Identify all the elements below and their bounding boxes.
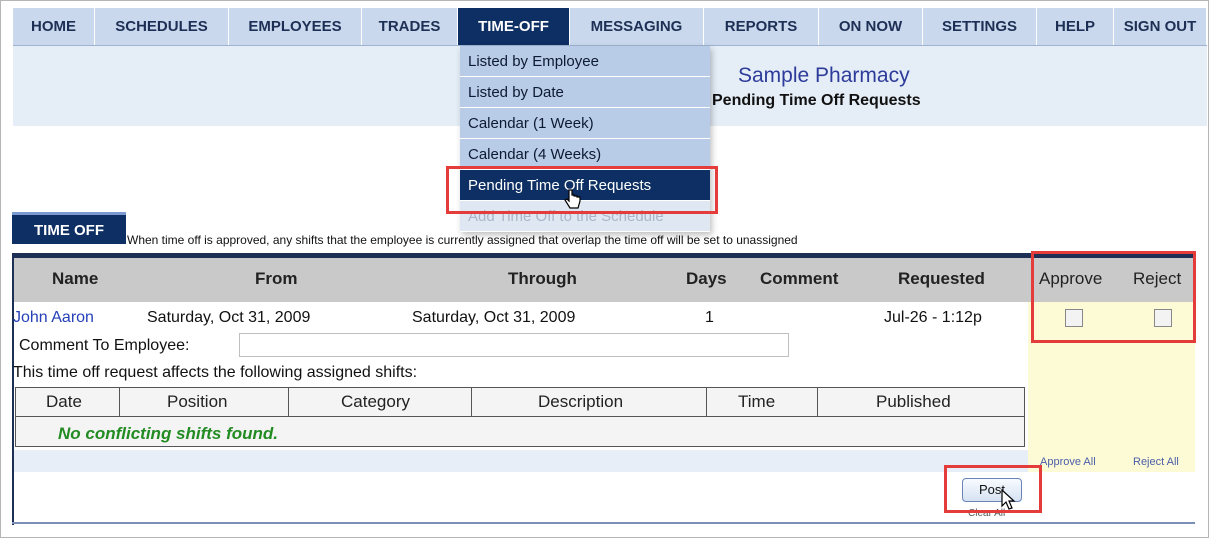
- nav-messaging[interactable]: MESSAGING: [570, 8, 704, 45]
- nav-settings[interactable]: SETTINGS: [923, 8, 1037, 45]
- menu-listed-by-date[interactable]: Listed by Date: [460, 77, 710, 108]
- shift-col-sep: [706, 388, 707, 417]
- affects-label: This time off request affects the follow…: [13, 364, 418, 381]
- comment-to-employee-input[interactable]: [239, 333, 789, 357]
- page-title: Pending Time Off Requests: [712, 92, 921, 109]
- hand-cursor-icon: [564, 189, 581, 209]
- nav-trades[interactable]: TRADES: [362, 8, 458, 45]
- row-from: Saturday, Oct 31, 2009: [147, 309, 311, 326]
- nav-schedules[interactable]: SCHEDULES: [95, 8, 229, 45]
- org-title: Sample Pharmacy: [738, 64, 910, 87]
- row-requested: Jul-26 - 1:12p: [884, 309, 982, 326]
- menu-calendar-1-week[interactable]: Calendar (1 Week): [460, 108, 710, 139]
- nav-home[interactable]: HOME: [13, 8, 95, 45]
- arrow-cursor-icon: [1001, 488, 1016, 510]
- shift-col-time: Time: [738, 392, 776, 411]
- col-requested: Requested: [898, 269, 985, 288]
- shift-col-published: Published: [876, 392, 951, 411]
- nav-on-now[interactable]: ON NOW: [819, 8, 923, 45]
- shift-col-sep: [471, 388, 472, 417]
- shift-col-position: Position: [167, 392, 228, 411]
- panel-bottom-bar: [12, 522, 1195, 524]
- nav-help[interactable]: HELP: [1037, 8, 1114, 45]
- tab-time-off[interactable]: TIME OFF: [12, 212, 126, 244]
- highlight-approve-reject: [1031, 251, 1196, 343]
- nav-reports[interactable]: REPORTS: [704, 8, 819, 45]
- highlight-post-button: [944, 465, 1042, 513]
- no-conflict-message: No conflicting shifts found.: [58, 424, 279, 443]
- approval-note: When time off is approved, any shifts th…: [127, 233, 798, 247]
- employee-link[interactable]: John Aaron: [13, 309, 94, 327]
- row-footer-strip: [14, 450, 1028, 472]
- nav-sign-out[interactable]: SIGN OUT: [1114, 8, 1207, 45]
- table-header-row: [14, 258, 1195, 302]
- shift-col-sep: [288, 388, 289, 417]
- col-from: From: [255, 269, 298, 288]
- row-days: 1: [705, 309, 714, 326]
- nav-time-off[interactable]: TIME-OFF: [458, 8, 570, 45]
- shift-col-sep: [119, 388, 120, 417]
- col-name: Name: [52, 269, 99, 288]
- menu-listed-by-employee[interactable]: Listed by Employee: [460, 46, 710, 77]
- approve-all-link[interactable]: Approve All: [1040, 456, 1096, 468]
- reject-all-link[interactable]: Reject All: [1133, 456, 1179, 468]
- main-nav: HOME SCHEDULES EMPLOYEES TRADES TIME-OFF…: [13, 8, 1207, 46]
- col-through: Through: [508, 269, 577, 288]
- shift-col-date: Date: [46, 392, 82, 411]
- shift-col-description: Description: [538, 392, 624, 411]
- shift-col-sep: [817, 388, 818, 417]
- col-comment: Comment: [760, 269, 839, 288]
- nav-employees[interactable]: EMPLOYEES: [229, 8, 362, 45]
- shifts-header-line: [15, 416, 1025, 417]
- col-days: Days: [686, 269, 727, 288]
- comment-label: Comment To Employee:: [19, 337, 190, 354]
- shift-col-category: Category: [341, 392, 410, 411]
- row-through: Saturday, Oct 31, 2009: [412, 309, 576, 326]
